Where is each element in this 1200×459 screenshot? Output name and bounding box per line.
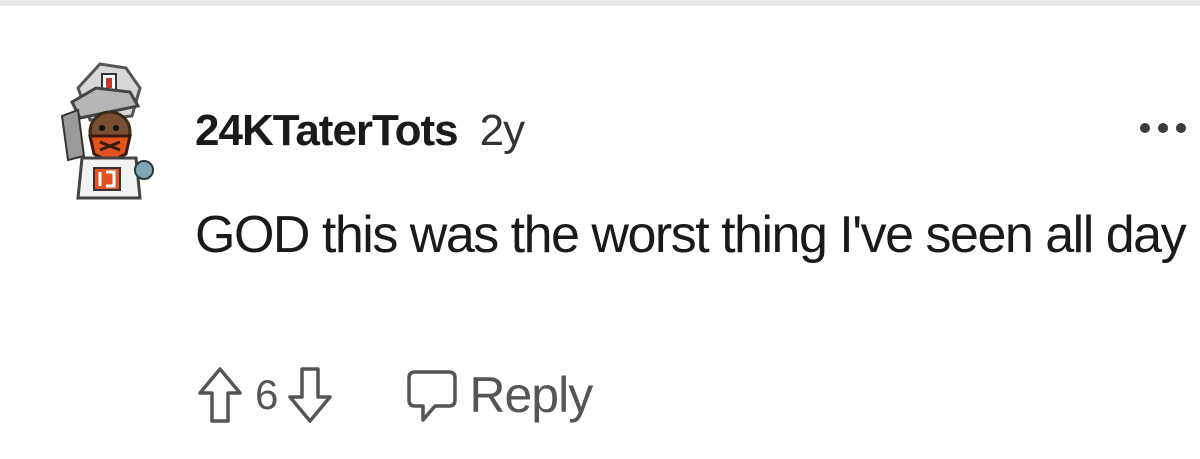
more-dot <box>1158 123 1168 133</box>
comment-header: 24KTaterTots 2y <box>195 106 525 166</box>
comment-card: 24KTaterTots 2y GOD this was the worst t… <box>0 0 1200 459</box>
reply-label: Reply <box>469 367 593 423</box>
reply-button[interactable]: Reply <box>405 366 593 424</box>
vote-score: 6 <box>255 371 278 418</box>
upvote-arrow-icon <box>198 367 242 423</box>
avatar-image <box>60 62 154 200</box>
more-dot <box>1140 123 1150 133</box>
downvote-arrow-icon <box>288 367 333 423</box>
upvote-button[interactable] <box>195 364 245 426</box>
divider <box>0 0 1200 6</box>
comment-age: 2y <box>479 106 525 155</box>
speech-bubble-icon <box>407 370 458 422</box>
more-dot <box>1176 123 1186 133</box>
comment-body: GOD this was the worst thing I've seen a… <box>195 206 1187 264</box>
comment-actions: 6 Reply <box>195 360 593 430</box>
username-link[interactable]: 24KTaterTots <box>195 106 459 156</box>
avatar[interactable] <box>60 58 156 208</box>
downvote-button[interactable] <box>285 364 335 426</box>
more-options-icon[interactable] <box>1140 116 1186 140</box>
